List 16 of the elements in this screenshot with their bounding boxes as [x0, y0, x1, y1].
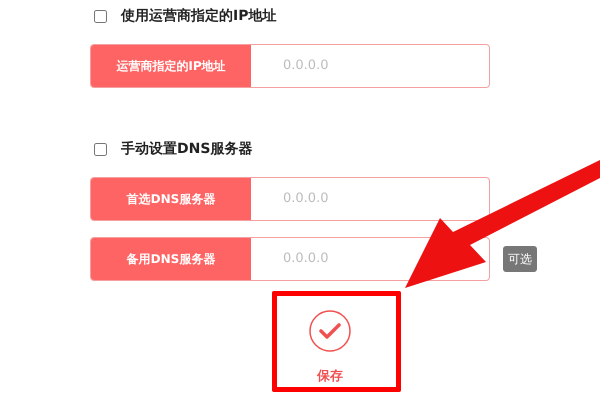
checkbox[interactable]: [94, 142, 107, 156]
checkbox-label: 手动设置DNS服务器: [121, 140, 252, 158]
input-field[interactable]: 0.0.0.0: [251, 45, 489, 87]
input-field[interactable]: 0.0.0.0: [251, 178, 489, 220]
checkbox-label: 使用运营商指定的IP地址: [121, 6, 276, 26]
input-group[interactable]: 运营商指定的IP地址 0.0.0.0: [90, 44, 490, 88]
field-label: 运营商指定的IP地址: [91, 45, 251, 87]
optional-badge: 可选: [503, 246, 537, 272]
checkmark-icon: [308, 309, 352, 353]
field-label: 首选DNS服务器: [91, 178, 251, 220]
input-group[interactable]: 备用DNS服务器 0.0.0.0: [90, 237, 490, 281]
field-label: 备用DNS服务器: [91, 238, 251, 280]
save-button[interactable]: 保存: [292, 307, 368, 386]
input-field[interactable]: 0.0.0.0: [251, 238, 489, 280]
input-group[interactable]: 首选DNS服务器 0.0.0.0: [90, 177, 490, 221]
checkbox[interactable]: [94, 10, 107, 22]
